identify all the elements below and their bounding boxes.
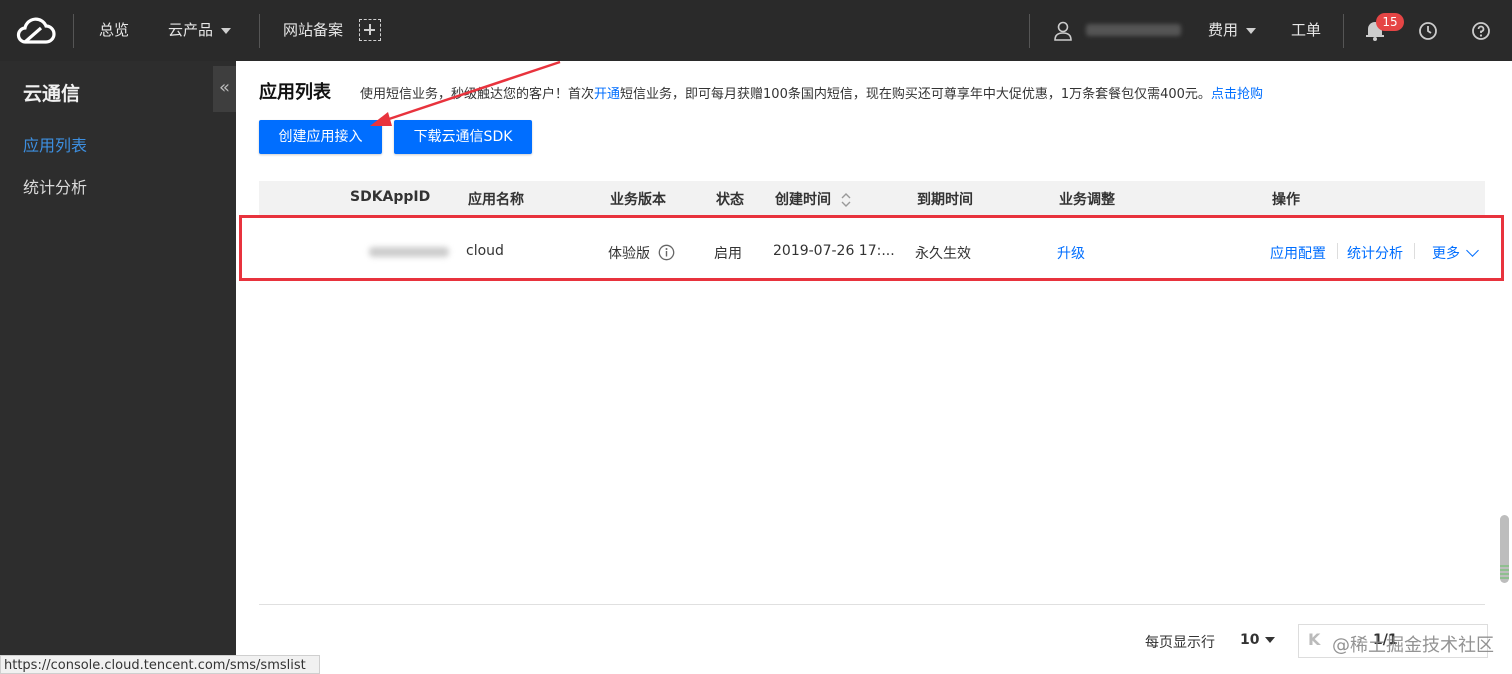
browser-status-bar: https://console.cloud.tencent.com/sms/sm… — [0, 655, 320, 674]
page-title: 应用列表 — [259, 82, 331, 103]
nav-overview[interactable]: 总览 — [99, 19, 129, 41]
create-app-button[interactable]: 创建应用接入 — [259, 120, 382, 154]
table-header: SDKAppID 应用名称 业务版本 状态 创建时间 到期时间 业务调整 操作 — [259, 181, 1485, 215]
column-header-version: 业务版本 — [610, 192, 666, 208]
notice-text: 短信业务，即可每月获赠100条国内短信，现在购买还可尊享年中大促优惠，1万条套餐… — [620, 87, 1211, 102]
column-header-created-label: 创建时间 — [775, 192, 831, 208]
user-icon[interactable] — [1054, 21, 1072, 41]
column-header-created[interactable]: 创建时间 — [775, 189, 852, 209]
main-content: 应用列表 使用短信业务，秒级触达您的客户！首次开通短信业务，即可每月获赠100条… — [236, 61, 1512, 674]
chevron-down-icon — [221, 27, 232, 34]
nav-products-label: 云产品 — [168, 21, 214, 39]
watermark: @稀土掘金技术社区 — [1332, 635, 1494, 656]
nav-icp[interactable]: 网站备案 — [283, 19, 343, 41]
per-page-label: 每页显示行 — [1145, 635, 1215, 651]
username-redacted[interactable] — [1086, 24, 1181, 36]
first-page-icon[interactable]: K — [1308, 630, 1320, 649]
nav-divider — [73, 14, 74, 48]
add-shortcut-icon[interactable] — [359, 19, 381, 41]
help-icon[interactable] — [1471, 21, 1491, 41]
sidebar-title: 云通信 — [23, 83, 81, 105]
sort-icon[interactable] — [840, 192, 852, 208]
notice-buy-link[interactable]: 点击抢购 — [1211, 87, 1263, 102]
nav-products[interactable]: 云产品 — [168, 19, 232, 41]
nav-tickets[interactable]: 工单 — [1291, 19, 1321, 41]
collapse-sidebar-button[interactable]: « — [213, 66, 236, 112]
notice-open-link[interactable]: 开通 — [594, 87, 620, 102]
per-page-select[interactable]: 10 — [1240, 632, 1276, 648]
nav-billing[interactable]: 费用 — [1208, 19, 1257, 41]
download-sdk-button[interactable]: 下载云通信SDK — [394, 120, 532, 154]
nav-divider — [1029, 14, 1030, 48]
highlight-annotation — [239, 215, 1504, 281]
sidebar-item-app-list[interactable]: 应用列表 — [23, 132, 87, 156]
nav-divider — [259, 14, 260, 48]
table-footer-divider — [259, 604, 1485, 605]
notice-text: 使用短信业务，秒级触达您的客户！首次 — [360, 87, 595, 102]
chevron-down-icon — [1265, 637, 1276, 643]
per-page-value: 10 — [1240, 632, 1260, 648]
top-nav: 总览 云产品 网站备案 费用 工单 15 — [0, 0, 1512, 61]
nav-divider — [1343, 14, 1344, 48]
cloud-logo-icon[interactable] — [15, 14, 57, 48]
scrollbar-grip — [1500, 565, 1509, 579]
notification-badge: 15 — [1376, 13, 1404, 31]
promo-notice: 使用短信业务，秒级触达您的客户！首次开通短信业务，即可每月获赠100条国内短信，… — [360, 83, 1263, 102]
column-header-actions: 操作 — [1272, 192, 1300, 208]
column-header-expires: 到期时间 — [917, 192, 973, 208]
column-header-sdkappid: SDKAppID — [350, 189, 431, 205]
sidebar-item-statistics[interactable]: 统计分析 — [23, 174, 87, 198]
nav-billing-label: 费用 — [1208, 21, 1239, 39]
column-header-app-name: 应用名称 — [468, 192, 524, 208]
chevron-down-icon — [1246, 27, 1257, 34]
column-header-adjust: 业务调整 — [1059, 192, 1115, 208]
sidebar: 云通信 « 应用列表 统计分析 — [0, 61, 236, 674]
clock-icon[interactable] — [1418, 21, 1438, 41]
column-header-status: 状态 — [716, 192, 744, 208]
